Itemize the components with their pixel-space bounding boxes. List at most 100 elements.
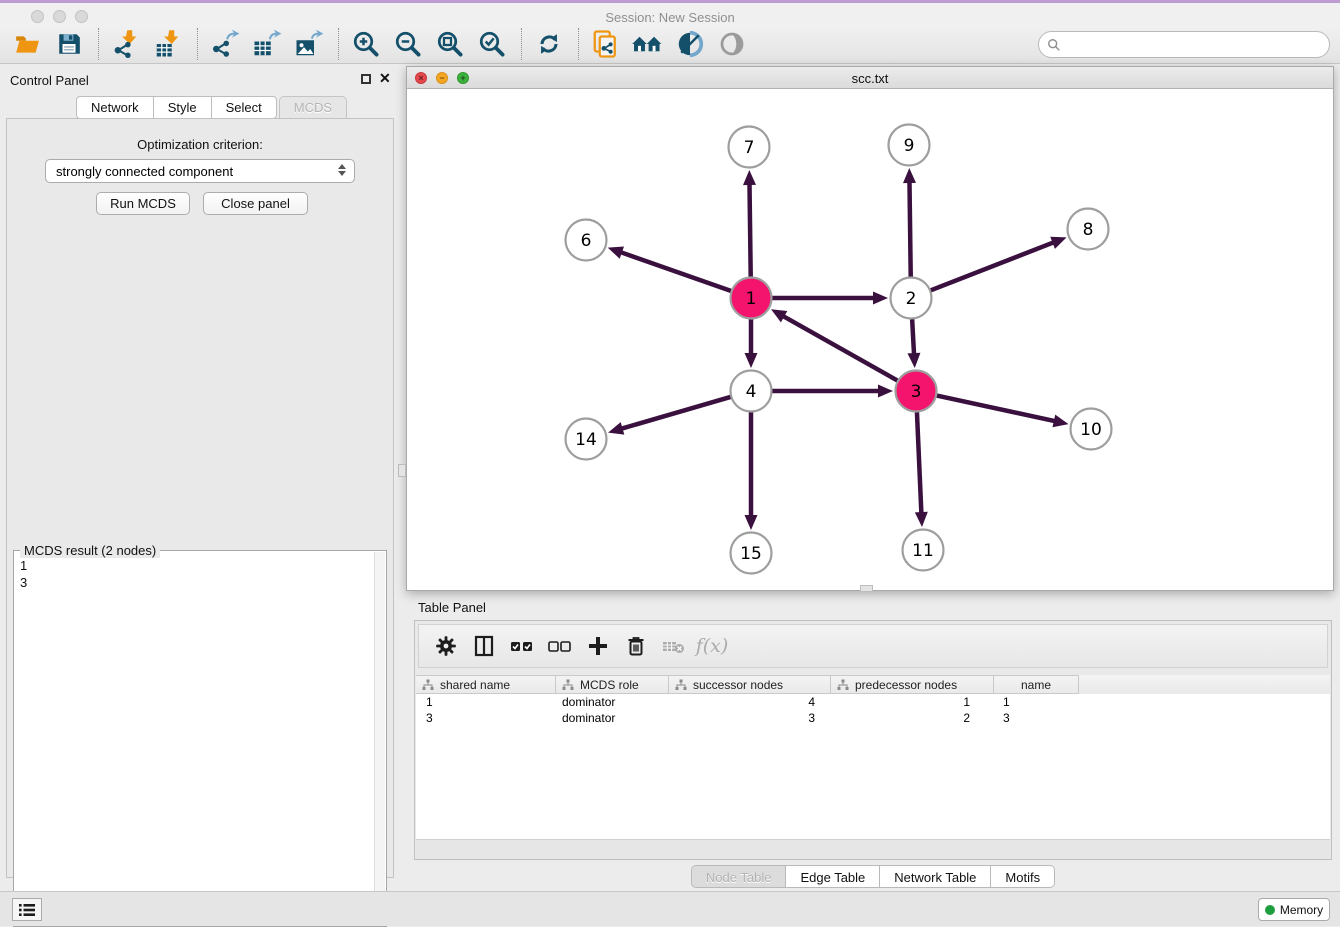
node-table-body[interactable]: 1dominator4113dominator323 [416,694,1330,839]
export-network-icon[interactable] [208,28,242,60]
graph-edge-arrowhead [915,512,928,527]
import-table-icon[interactable] [151,28,185,60]
graph-edge[interactable] [620,252,733,292]
table-cell[interactable]: 1 [994,695,1079,709]
graph-node-label: 10 [1080,420,1102,440]
graph-edge[interactable] [782,316,899,382]
column-hierarchy-icon [422,679,434,691]
show-hide-icon[interactable] [715,28,749,60]
tab-motifs[interactable]: Motifs [990,865,1055,888]
search-box[interactable] [1038,31,1330,58]
network-title: scc.txt [407,71,1333,86]
column-header-shared-name[interactable]: shared name [416,675,556,694]
first-neighbors-icon[interactable] [631,28,665,60]
graph-edge[interactable] [909,181,910,279]
table-cell[interactable]: 1 [831,695,994,709]
criterion-select[interactable]: strongly connected component [45,159,355,183]
tab-network-table[interactable]: Network Table [879,865,990,888]
column-hierarchy-icon [562,679,574,691]
node-table: shared nameMCDS rolesuccessor nodes prede… [416,675,1330,859]
close-panel-button[interactable]: Close panel [203,192,308,215]
graph-edge[interactable] [749,183,750,279]
task-history-button[interactable] [12,898,42,921]
column-header-successor-nodes[interactable]: successor nodes [669,675,831,694]
node-table-header-row[interactable]: shared nameMCDS rolesuccessor nodes prede… [416,675,1330,694]
show-column-icon[interactable] [469,632,499,660]
mcds-result-text[interactable]: 1 3 [16,557,372,924]
column-header-label: predecessor nodes [855,678,957,692]
table-panel-title: Table Panel [418,600,486,615]
table-row[interactable]: 1dominator411 [416,694,1330,710]
select-all-checkboxes-icon[interactable] [507,632,537,660]
run-mcds-button[interactable]: Run MCDS [96,192,190,215]
zoom-in-icon[interactable] [349,28,383,60]
graph-node-label: 15 [740,544,762,564]
zoom-fit-icon[interactable] [433,28,467,60]
network-graph[interactable]: 7968124314101511 [407,89,1333,590]
table-cell[interactable]: 1 [416,695,556,709]
export-table-icon[interactable] [250,28,284,60]
graph-node-label: 9 [904,136,915,156]
tab-network[interactable]: Network [76,96,153,119]
graph-edge[interactable] [912,317,914,355]
window-title: Session: New Session [0,10,1340,25]
tab-node-table[interactable]: Node Table [691,865,786,888]
zoom-out-icon[interactable] [391,28,425,60]
control-panel: Control Panel ✕ Network Style Select MCD… [0,63,400,893]
table-cell[interactable]: 2 [831,711,994,725]
network-canvas[interactable]: 7968124314101511 [407,89,1333,590]
network-window-titlebar[interactable]: × − + scc.txt [407,67,1333,89]
memory-button[interactable]: Memory [1258,898,1330,921]
column-header-label: name [1021,678,1051,692]
vertical-splitter-handle[interactable] [398,464,406,477]
add-row-icon[interactable] [583,632,613,660]
graph-edge[interactable] [917,410,922,514]
import-network-icon[interactable] [109,28,143,60]
settings-gear-icon[interactable] [431,632,461,660]
open-file-icon[interactable] [10,28,44,60]
graph-edge[interactable] [929,242,1054,291]
save-session-icon[interactable] [52,28,86,60]
window-titlebar: Session: New Session [0,0,1340,25]
memory-status-icon [1265,905,1275,915]
table-cell[interactable]: 3 [669,711,831,725]
graphics-details-icon[interactable] [673,28,707,60]
graph-edge-arrowhead [745,353,758,368]
refresh-icon[interactable] [532,28,566,60]
tab-style[interactable]: Style [153,96,211,119]
table-cell[interactable]: dominator [556,711,669,725]
column-header-name[interactable]: name [994,675,1079,694]
clone-network-icon[interactable] [589,28,623,60]
table-cell[interactable]: 3 [994,711,1079,725]
graph-edge[interactable] [935,395,1056,421]
control-panel-title: Control Panel [10,73,89,88]
result-scrollbar[interactable] [374,552,385,925]
table-scroll-track[interactable] [416,839,1330,859]
column-header-MCDS-role[interactable]: MCDS role [556,675,669,694]
horizontal-splitter-handle[interactable] [860,585,873,592]
table-panel: Table Panel ✕ [406,597,1340,891]
network-view-window: × − + scc.txt 7968124314101511 [406,66,1334,591]
zoom-selected-icon[interactable] [475,28,509,60]
graph-edge[interactable] [621,396,733,428]
select-chevrons-icon [338,164,346,176]
table-panel-tabs: Node Table Edge Table Network Table Moti… [406,865,1340,888]
table-row[interactable]: 3dominator323 [416,710,1330,726]
delete-row-icon[interactable] [621,632,651,660]
tab-mcds[interactable]: MCDS [279,96,347,119]
table-cell[interactable]: dominator [556,695,669,709]
tab-edge-table[interactable]: Edge Table [785,865,879,888]
tab-select[interactable]: Select [211,96,277,119]
graph-edge-arrowhead [903,168,916,183]
delete-table-icon [659,632,689,660]
graph-edge-arrowhead [907,353,920,368]
table-cell[interactable]: 4 [669,695,831,709]
column-header-predecessor-nodes[interactable]: predecessor nodes [831,675,994,694]
float-panel-icon[interactable] [361,74,371,84]
close-panel-icon[interactable]: ✕ [379,71,391,85]
table-cell[interactable]: 3 [416,711,556,725]
export-image-icon[interactable] [292,28,326,60]
deselect-all-checkboxes-icon[interactable] [545,632,575,660]
search-input[interactable] [1066,37,1329,52]
graph-node-label: 3 [911,382,922,402]
